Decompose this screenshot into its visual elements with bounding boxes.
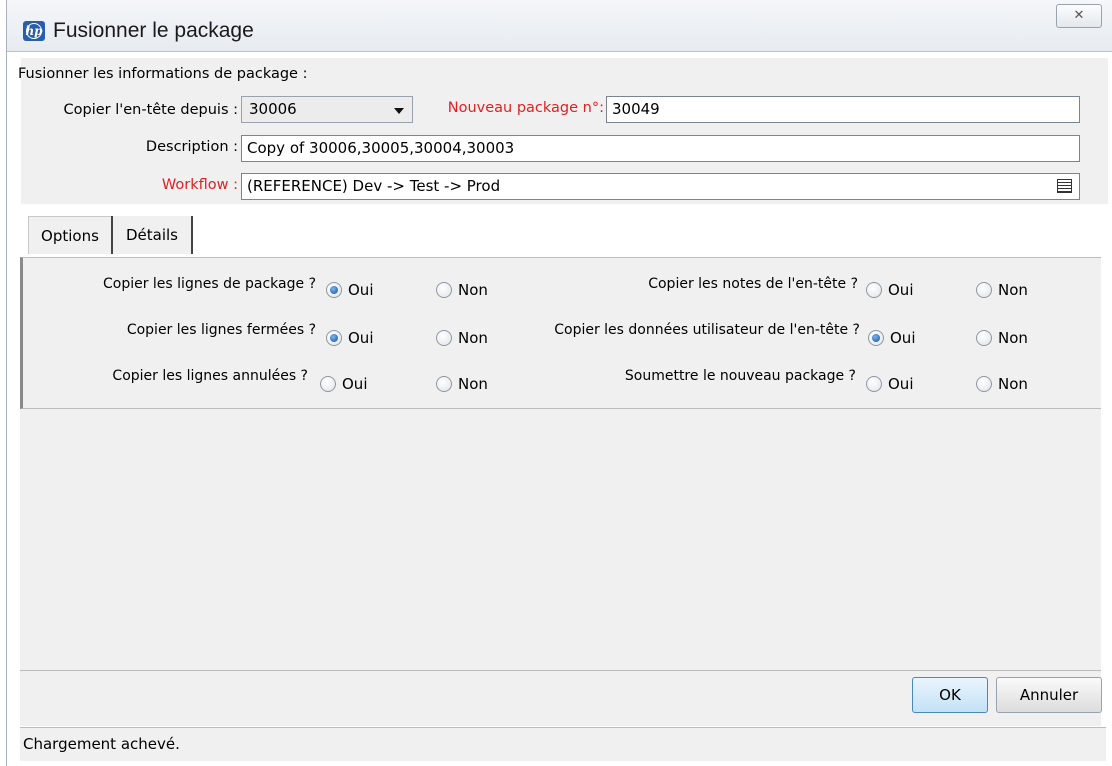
radio-label-yes: Oui [890,329,916,347]
radio-copy-header-notes-no[interactable]: Non [976,281,1028,299]
copy-header-select[interactable]: 30006 [241,96,413,123]
tab-options[interactable]: Options [28,216,111,254]
ok-button[interactable]: OK [912,677,988,713]
radio-label-no: Non [998,375,1028,393]
tab-options-label: Options [41,227,99,245]
status-text: Chargement achevé. [23,735,180,753]
radio-label-yes: Oui [348,329,374,347]
radio-label-yes: Oui [342,375,368,393]
radio-button-icon [976,376,992,392]
radio-label-no: Non [998,329,1028,347]
tab-details[interactable]: Détails [111,216,193,254]
radio-button-icon [866,376,882,392]
radio-label-no: Non [458,281,488,299]
copy-header-label: Copier l'en-tête depuis : [63,102,239,118]
radio-button-icon [436,376,452,392]
radio-button-icon [868,330,884,346]
question-submit-new-package: Soumettre le nouveau package ? [624,368,856,384]
close-icon: ✕ [1073,8,1085,23]
radio-button-icon [436,282,452,298]
radio-submit-new-package-no[interactable]: Non [976,375,1028,393]
description-field[interactable]: Copy of 30006,30005,30004,30003 [241,135,1080,162]
radio-label-no: Non [998,281,1028,299]
radio-copy-package-lines-no[interactable]: Non [436,281,488,299]
chevron-down-icon [394,108,404,114]
radio-submit-new-package-yes[interactable]: Oui [866,375,913,393]
cancel-button[interactable]: Annuler [996,677,1102,713]
radio-copy-header-user-data-no[interactable]: Non [976,329,1028,347]
radio-button-icon [976,282,992,298]
header-section-title: Fusionner les informations de package : [18,66,308,82]
radio-label-yes: Oui [888,281,914,299]
radio-copy-header-notes-yes[interactable]: Oui [866,281,913,299]
question-copy-closed-lines: Copier les lignes fermées ? [126,322,316,338]
radio-copy-cancelled-lines-no[interactable]: Non [436,375,488,393]
description-label: Description : [145,139,238,155]
radio-button-icon [326,330,342,346]
tab-details-label: Détails [125,226,178,244]
radio-button-icon [326,282,342,298]
list-picker-icon[interactable] [1057,179,1072,193]
question-copy-header-user-data: Copier les données utilisateur de l'en-t… [554,322,860,338]
window-title: Fusionner le package [53,19,254,42]
radio-label-yes: Oui [348,281,374,299]
radio-label-yes: Oui [888,375,914,393]
radio-button-icon [320,376,336,392]
workflow-value: (REFERENCE) Dev -> Test -> Prod [247,177,501,195]
question-copy-header-notes: Copier les notes de l'en-tête ? [648,276,858,292]
radio-copy-cancelled-lines-yes[interactable]: Oui [320,375,367,393]
new-package-label: Nouveau package n°: [447,100,604,116]
radio-button-icon [976,330,992,346]
workflow-field[interactable]: (REFERENCE) Dev -> Test -> Prod [241,173,1080,200]
tab-content-area [20,409,1101,670]
copy-header-value: 30006 [249,100,297,118]
title-bar: hp Fusionner le package ✕ [7,0,1112,52]
question-copy-package-lines: Copier les lignes de package ? [102,276,316,292]
radio-copy-header-user-data-yes[interactable]: Oui [868,329,915,347]
hp-logo-icon: hp [23,21,45,41]
radio-copy-closed-lines-yes[interactable]: Oui [326,329,373,347]
radio-label-no: Non [458,375,488,393]
close-button[interactable]: ✕ [1056,4,1102,28]
status-bar: Chargement achevé. [20,727,1106,761]
new-package-field[interactable]: 30049 [606,96,1080,123]
radio-copy-closed-lines-no[interactable]: Non [436,329,488,347]
radio-label-no: Non [458,329,488,347]
question-copy-cancelled-lines: Copier les lignes annulées ? [112,368,308,384]
workflow-label: Workflow : [161,177,238,193]
radio-button-icon [436,330,452,346]
radio-button-icon [866,282,882,298]
radio-copy-package-lines-yes[interactable]: Oui [326,281,373,299]
